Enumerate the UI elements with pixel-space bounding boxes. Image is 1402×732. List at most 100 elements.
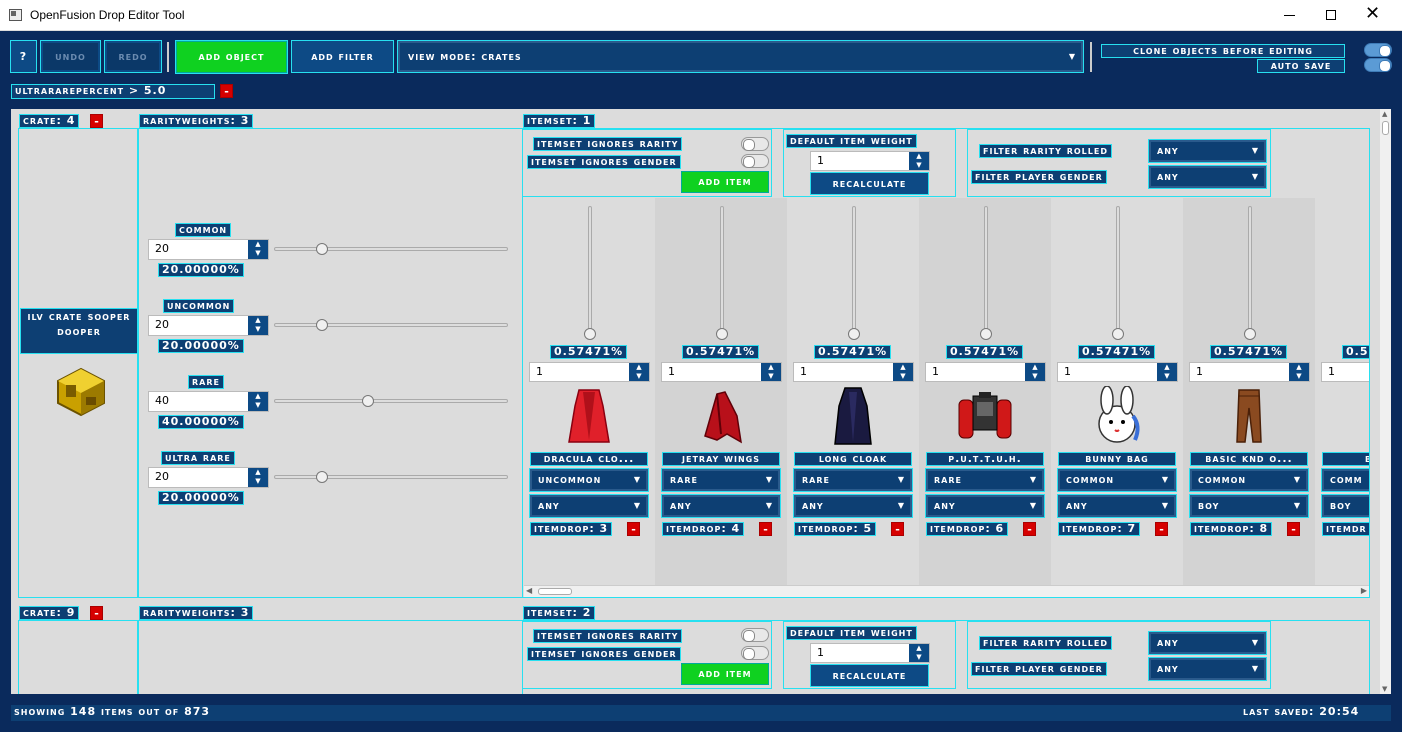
item-weight-vslider[interactable] [1248, 206, 1252, 334]
item-weight-vslider[interactable] [852, 206, 856, 334]
rarity-rare-slider-knob[interactable] [362, 395, 374, 407]
item-weight-vslider[interactable] [588, 206, 592, 334]
item-gender-select[interactable]: Any [529, 494, 649, 518]
item-name: Basic KND O... [1190, 452, 1308, 466]
rarity-weights-header: RarityWeights: 3 [139, 114, 254, 128]
rarity-ultra-rare-spinbox[interactable]: 20 ▲ ▼ [148, 467, 269, 488]
item-name: Jetray Wings [662, 452, 780, 466]
item-rarity-select[interactable]: Comm [1321, 468, 1369, 492]
filter-gender-select[interactable]: Any [1148, 165, 1267, 189]
item-gender-select[interactable]: Any [925, 494, 1045, 518]
ignores-gender-label: ItemSet Ignores Gender [527, 647, 681, 661]
item-rarity-select[interactable]: Rare [661, 468, 781, 492]
add-filter-button[interactable]: Add Filter [291, 40, 394, 73]
filter-rarity-select[interactable]: Any [1148, 631, 1267, 655]
add-object-button[interactable]: Add Object [175, 40, 288, 74]
item-weight-vslider[interactable] [1116, 206, 1120, 334]
default-weight-spinbox[interactable]: 1 ▲ ▼ [810, 151, 930, 171]
item-weight-spinbox[interactable]: 1▲▼ [661, 362, 782, 382]
recalculate-button[interactable]: Recalculate [810, 664, 929, 687]
minimize-icon[interactable] [1284, 15, 1295, 16]
remove-item-button[interactable]: - [759, 522, 772, 536]
remove-item-button[interactable]: - [627, 522, 640, 536]
divider [1090, 42, 1092, 72]
item-weight-spinbox[interactable]: 1▲▼ [1321, 362, 1369, 382]
remove-item-button[interactable]: - [1287, 522, 1300, 536]
scroll-up-arrow[interactable]: ▲ [1382, 110, 1387, 118]
item-weight-spinbox[interactable]: 1▲▼ [1189, 362, 1310, 382]
item-rarity-select[interactable]: Uncommon [529, 468, 649, 492]
item-rarity-select[interactable]: Rare [793, 468, 913, 492]
item-gender-select[interactable]: Boy [1321, 494, 1369, 518]
auto-save-toggle[interactable] [1364, 58, 1392, 72]
item-weight-vslider[interactable] [984, 206, 988, 334]
rarity-uncommon-slider[interactable] [274, 323, 508, 327]
maximize-icon[interactable] [1326, 10, 1336, 20]
horizontal-scrollbar[interactable]: ◀ ▶ [524, 585, 1369, 597]
clone-objects-toggle[interactable] [1364, 43, 1392, 57]
rarity-uncommon-slider-knob[interactable] [316, 319, 328, 331]
rarity-weights-panel [138, 620, 523, 694]
item-percent: 0.57471% [946, 345, 1024, 359]
item-gender-select[interactable]: Any [661, 494, 781, 518]
close-icon[interactable]: ✕ [1365, 4, 1380, 24]
item-weight-vslider[interactable] [720, 206, 724, 334]
undo-button[interactable]: Undo [40, 40, 101, 73]
ignores-rarity-toggle[interactable] [741, 628, 769, 642]
item-weight-vslider-knob[interactable] [848, 328, 860, 340]
status-count: Showing 148 items out of 873 [14, 705, 211, 718]
ignores-rarity-toggle[interactable] [741, 137, 769, 151]
item-gender-select[interactable]: Boy [1189, 494, 1309, 518]
view-mode-select[interactable]: View Mode: Crates [397, 40, 1084, 73]
default-weight-label: Default Item Weight [786, 134, 917, 148]
rarity-ultra-rare-slider-knob[interactable] [316, 471, 328, 483]
add-item-button[interactable]: Add Item [681, 171, 769, 193]
item-weight-vslider-knob[interactable] [1112, 328, 1124, 340]
scroll-left-arrow[interactable]: ◀ [526, 586, 532, 595]
rarity-common-slider[interactable] [274, 247, 508, 251]
item-drop-label: ItemDrop: 6 [926, 522, 1009, 536]
scroll-down-arrow[interactable]: ▼ [1382, 685, 1387, 693]
rarity-uncommon-spinbox[interactable]: 20 ▲ ▼ [148, 315, 269, 336]
remove-item-button[interactable]: - [1023, 522, 1036, 536]
item-weight-spinbox[interactable]: 1▲▼ [1057, 362, 1178, 382]
rarity-common-slider-knob[interactable] [316, 243, 328, 255]
remove-item-button[interactable]: - [1155, 522, 1168, 536]
item-rarity-select[interactable]: Common [1189, 468, 1309, 492]
rarity-rare-spinbox[interactable]: 40 ▲ ▼ [148, 391, 269, 412]
item-weight-spinbox[interactable]: 1▲▼ [793, 362, 914, 382]
recalculate-button[interactable]: Recalculate [810, 172, 929, 195]
horizontal-scroll-thumb[interactable] [538, 588, 572, 595]
rarity-rare-slider[interactable] [274, 399, 508, 403]
vertical-scroll-thumb[interactable] [1382, 121, 1389, 135]
item-weight-spinbox[interactable]: 1▲▼ [925, 362, 1046, 382]
filter-rarity-select[interactable]: Any [1148, 139, 1267, 163]
help-button[interactable]: ? [10, 40, 37, 73]
remove-filter-button[interactable]: - [220, 84, 233, 98]
rarity-ultra-rare-slider[interactable] [274, 475, 508, 479]
item-weight-vslider-knob[interactable] [980, 328, 992, 340]
remove-crate-button[interactable]: - [90, 114, 103, 128]
item-gender-select[interactable]: Any [793, 494, 913, 518]
item-weight-spinbox[interactable]: 1▲▼ [529, 362, 650, 382]
remove-crate-button[interactable]: - [90, 606, 103, 620]
item-weight-vslider-knob[interactable] [584, 328, 596, 340]
items-row: 0.57471% 1▲▼ Dracula Clo... Uncommon Any… [523, 198, 1369, 585]
item-weight-vslider-knob[interactable] [1244, 328, 1256, 340]
long-cloak-icon [821, 386, 885, 446]
item-rarity-select[interactable]: Common [1057, 468, 1177, 492]
vertical-scrollbar[interactable]: ▲ ▼ [1380, 109, 1391, 694]
item-column: 0.57471% 1▲▼ Long Cloak Rare Any ItemDro… [787, 198, 919, 585]
rarity-common-spinbox[interactable]: 20 ▲ ▼ [148, 239, 269, 260]
item-weight-vslider-knob[interactable] [716, 328, 728, 340]
default-weight-spinbox[interactable]: 1 ▲ ▼ [810, 643, 930, 663]
add-item-button[interactable]: Add Item [681, 663, 769, 685]
ignores-gender-toggle[interactable] [741, 154, 769, 168]
scroll-right-arrow[interactable]: ▶ [1361, 586, 1367, 595]
item-rarity-select[interactable]: Rare [925, 468, 1045, 492]
item-gender-select[interactable]: Any [1057, 494, 1177, 518]
filter-gender-select[interactable]: Any [1148, 657, 1267, 681]
redo-button[interactable]: Redo [104, 40, 162, 73]
ignores-gender-toggle[interactable] [741, 646, 769, 660]
remove-item-button[interactable]: - [891, 522, 904, 536]
